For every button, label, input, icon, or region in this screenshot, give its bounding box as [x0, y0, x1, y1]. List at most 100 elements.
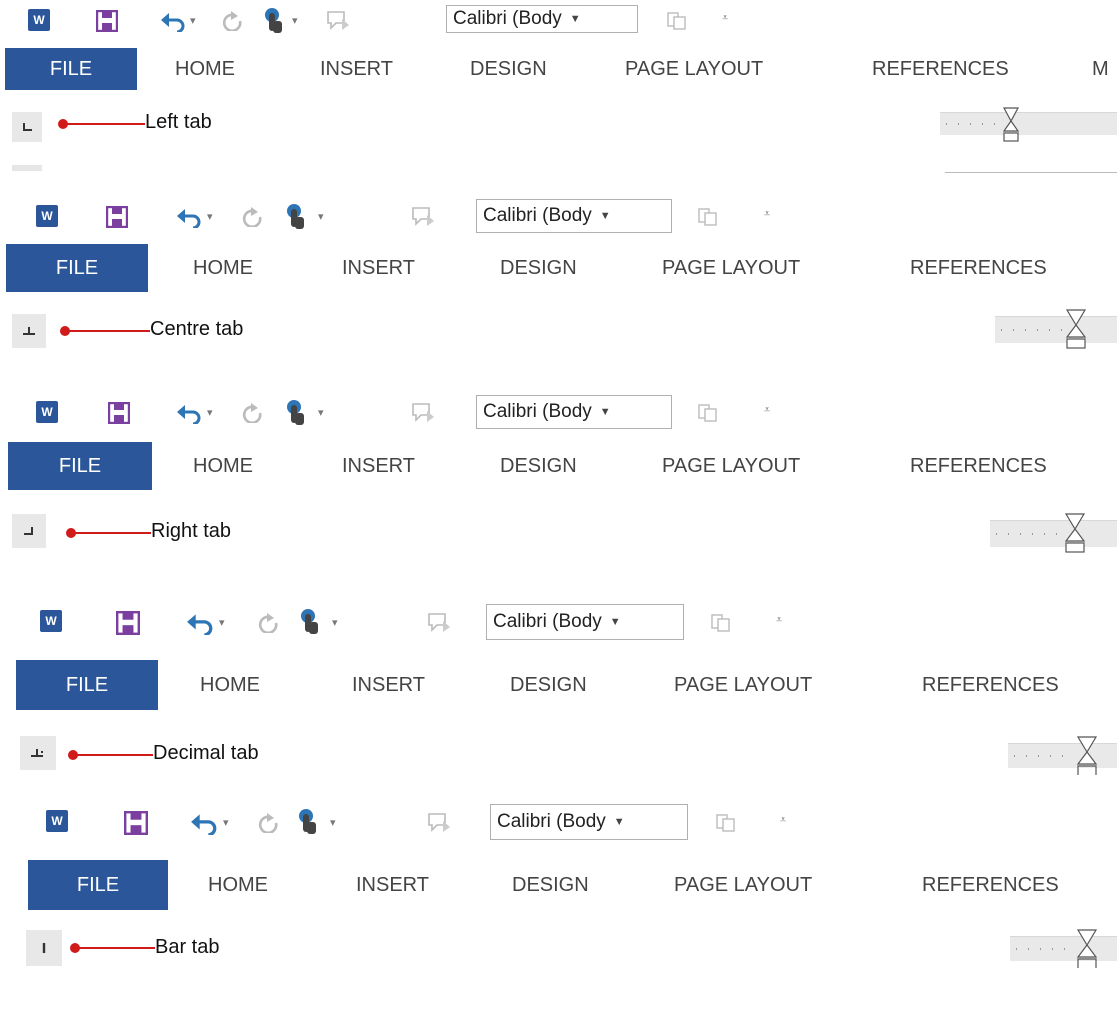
tab-references[interactable]: REFERENCES: [910, 442, 1047, 490]
touch-dropdown-icon[interactable]: ▾: [330, 816, 336, 829]
redo-icon[interactable]: [242, 403, 264, 423]
word-logo-icon[interactable]: W: [46, 810, 68, 832]
font-name-dropdown[interactable]: Calibri (Body ▼: [476, 199, 672, 233]
tab-home[interactable]: HOME: [193, 244, 253, 292]
tab-selector-button[interactable]: [12, 314, 46, 348]
redo-icon[interactable]: [222, 11, 244, 31]
tab-file[interactable]: FILE: [8, 442, 152, 490]
font-name-dropdown[interactable]: Calibri (Body ▼: [446, 5, 638, 33]
tab-references[interactable]: REFERENCES: [922, 860, 1059, 910]
undo-dropdown-icon[interactable]: ▾: [207, 210, 213, 223]
tab-design[interactable]: DESIGN: [500, 442, 577, 490]
tab-selector-button[interactable]: [12, 112, 42, 142]
paste-icon[interactable]: [711, 614, 731, 632]
tab-home[interactable]: HOME: [208, 860, 268, 910]
undo-icon[interactable]: [186, 611, 214, 635]
tab-design[interactable]: DESIGN: [512, 860, 589, 910]
tab-references[interactable]: REFERENCES: [922, 660, 1059, 710]
comment-icon[interactable]: [412, 403, 436, 423]
save-icon[interactable]: [106, 206, 128, 228]
tab-home[interactable]: HOME: [193, 442, 253, 490]
save-icon[interactable]: [124, 811, 148, 835]
customize-toolbar-icon[interactable]: ⩡: [764, 208, 770, 221]
indent-marker-icon[interactable]: [1065, 309, 1087, 349]
tab-home[interactable]: HOME: [200, 660, 260, 710]
horizontal-ruler[interactable]: [995, 309, 1117, 349]
tab-insert[interactable]: INSERT: [320, 48, 393, 90]
paste-icon[interactable]: [698, 208, 718, 226]
horizontal-ruler[interactable]: [990, 513, 1117, 553]
tab-file[interactable]: FILE: [28, 860, 168, 910]
font-name-dropdown[interactable]: Calibri (Body ▼: [476, 395, 672, 429]
redo-icon[interactable]: [258, 813, 280, 833]
touch-dropdown-icon[interactable]: ▾: [292, 14, 298, 27]
tab-page-layout[interactable]: PAGE LAYOUT: [662, 442, 800, 490]
tab-insert[interactable]: INSERT: [342, 244, 415, 292]
tab-design[interactable]: DESIGN: [500, 244, 577, 292]
indent-marker-icon[interactable]: [1076, 929, 1098, 969]
horizontal-ruler[interactable]: [940, 107, 1117, 142]
word-logo-icon[interactable]: W: [36, 401, 58, 423]
comment-icon[interactable]: [412, 207, 436, 227]
tab-page-layout[interactable]: PAGE LAYOUT: [674, 860, 812, 910]
tab-references[interactable]: REFERENCES: [910, 244, 1047, 292]
touch-mode-icon[interactable]: [284, 203, 306, 231]
tab-file[interactable]: FILE: [16, 660, 158, 710]
paste-icon[interactable]: [698, 404, 718, 422]
tab-selector-button[interactable]: [26, 930, 62, 966]
touch-mode-icon[interactable]: [296, 808, 318, 836]
tab-mailings[interactable]: M: [1092, 48, 1109, 90]
tab-page-layout[interactable]: PAGE LAYOUT: [674, 660, 812, 710]
tab-file[interactable]: FILE: [6, 244, 148, 292]
tab-insert[interactable]: INSERT: [342, 442, 415, 490]
word-logo-icon[interactable]: W: [36, 205, 58, 227]
comment-icon[interactable]: [428, 813, 452, 833]
customize-toolbar-icon[interactable]: ⩡: [722, 12, 728, 25]
tab-insert[interactable]: INSERT: [352, 660, 425, 710]
save-icon[interactable]: [96, 10, 118, 32]
tab-page-layout[interactable]: PAGE LAYOUT: [662, 244, 800, 292]
indent-marker-icon[interactable]: [1064, 513, 1086, 553]
tab-selector-button[interactable]: [20, 736, 56, 770]
indent-marker-icon[interactable]: [1076, 736, 1098, 776]
undo-icon[interactable]: [190, 811, 218, 835]
tab-references[interactable]: REFERENCES: [872, 48, 1009, 90]
touch-mode-icon[interactable]: [284, 399, 306, 427]
indent-marker-icon[interactable]: [1002, 107, 1020, 143]
tab-design[interactable]: DESIGN: [510, 660, 587, 710]
touch-dropdown-icon[interactable]: ▾: [318, 406, 324, 419]
tab-insert[interactable]: INSERT: [356, 860, 429, 910]
touch-mode-icon[interactable]: [262, 7, 284, 35]
undo-icon[interactable]: [160, 10, 186, 32]
paste-icon[interactable]: [667, 12, 687, 30]
undo-dropdown-icon[interactable]: ▾: [190, 14, 196, 27]
tab-page-layout[interactable]: PAGE LAYOUT: [625, 48, 763, 90]
save-icon[interactable]: [108, 402, 130, 424]
redo-icon[interactable]: [242, 207, 264, 227]
horizontal-ruler[interactable]: [1008, 736, 1117, 775]
save-icon[interactable]: [116, 611, 140, 635]
comment-icon[interactable]: [327, 11, 351, 31]
tab-design[interactable]: DESIGN: [470, 48, 547, 90]
comment-icon[interactable]: [428, 613, 452, 633]
undo-icon[interactable]: [176, 402, 202, 424]
word-logo-icon[interactable]: W: [28, 9, 50, 31]
undo-dropdown-icon[interactable]: ▾: [207, 406, 213, 419]
redo-icon[interactable]: [258, 613, 280, 633]
customize-toolbar-icon[interactable]: ⩡: [776, 614, 782, 627]
font-name-dropdown[interactable]: Calibri (Body ▼: [486, 604, 684, 640]
undo-icon[interactable]: [176, 206, 202, 228]
touch-mode-icon[interactable]: [298, 608, 320, 636]
undo-dropdown-icon[interactable]: ▾: [219, 616, 225, 629]
touch-dropdown-icon[interactable]: ▾: [318, 210, 324, 223]
tab-file[interactable]: FILE: [5, 48, 137, 90]
tab-selector-button[interactable]: [12, 514, 46, 548]
touch-dropdown-icon[interactable]: ▾: [332, 616, 338, 629]
paste-icon[interactable]: [716, 814, 736, 832]
tab-home[interactable]: HOME: [175, 48, 235, 90]
word-logo-icon[interactable]: W: [40, 610, 62, 632]
font-name-dropdown[interactable]: Calibri (Body ▼: [490, 804, 688, 840]
customize-toolbar-icon[interactable]: ⩡: [764, 404, 770, 417]
customize-toolbar-icon[interactable]: ⩡: [780, 814, 786, 827]
undo-dropdown-icon[interactable]: ▾: [223, 816, 229, 829]
